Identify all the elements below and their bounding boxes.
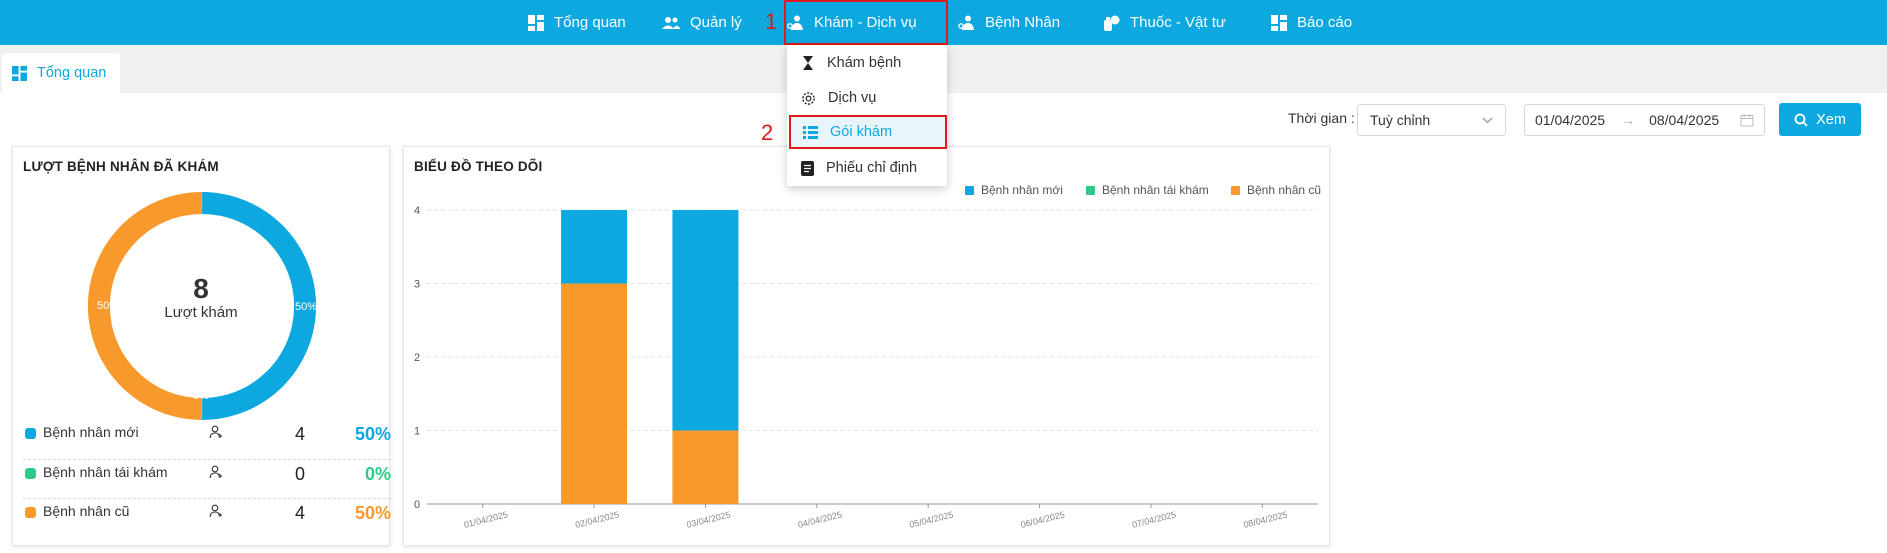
x-tick-label: 08/04/2025 <box>1242 509 1288 530</box>
menu-item-dich-vu[interactable]: Dịch vụ <box>787 81 947 115</box>
gear-icon <box>802 91 815 105</box>
annotation-number-2: 2 <box>761 120 774 145</box>
bar-segment <box>672 210 739 431</box>
bar-segment <box>561 283 628 504</box>
x-tick-label: 04/04/2025 <box>797 509 843 530</box>
menu-item-goi-kham[interactable]: Gói khám <box>789 115 947 149</box>
y-tick-label: 1 <box>414 426 420 438</box>
document-icon <box>801 160 814 176</box>
menu-item-kham-benh[interactable]: Khám bệnh <box>787 46 947 80</box>
bar-segment <box>672 430 739 504</box>
menu-item-phieu-chi-dinh[interactable]: Phiếu chỉ định <box>787 151 947 185</box>
x-tick-label: 07/04/2025 <box>1131 509 1177 530</box>
menu-item-label: Phiếu chỉ định <box>826 160 918 176</box>
x-tick-label: 05/04/2025 <box>908 509 954 530</box>
menu-item-label: Dịch vụ <box>828 90 877 106</box>
list-icon <box>803 125 818 139</box>
x-tick-label: 03/04/2025 <box>686 509 732 530</box>
kham-dich-vu-dropdown: Khám bệnh Dịch vụ Gói khám Phiếu chỉ địn… <box>787 45 947 186</box>
x-tick-label: 02/04/2025 <box>574 509 620 530</box>
menu-item-label: Gói khám <box>830 124 893 140</box>
menu-item-label: Khám bệnh <box>827 55 902 71</box>
x-tick-label: 06/04/2025 <box>1020 509 1066 530</box>
x-tick-label: 01/04/2025 <box>463 509 509 530</box>
y-tick-label: 2 <box>414 352 420 364</box>
hourglass-icon <box>803 56 813 70</box>
y-tick-label: 0 <box>414 499 420 511</box>
bar-segment <box>561 210 628 284</box>
y-tick-label: 3 <box>414 279 420 291</box>
y-tick-label: 4 <box>414 205 420 217</box>
